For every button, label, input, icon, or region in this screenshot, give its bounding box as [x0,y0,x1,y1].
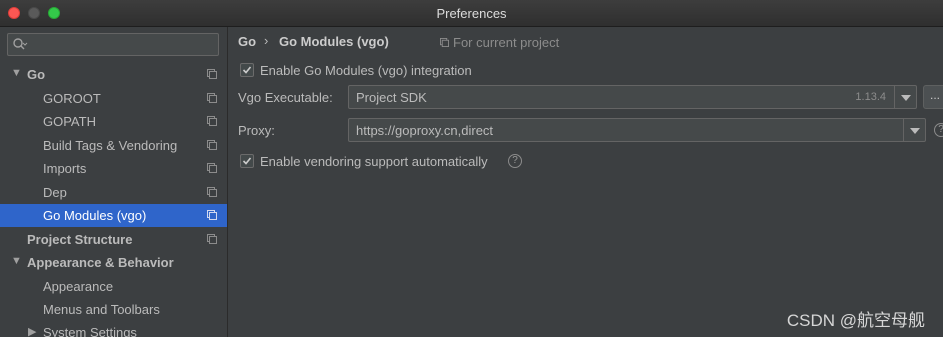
title-bar: Preferences [0,0,943,27]
tree-item-appearance[interactable]: Appearance [0,275,227,298]
tree-item-label: Project Structure [27,232,133,247]
tree-item-label: Build Tags & Vendoring [43,138,178,153]
tree-item-label: Appearance & Behavior [27,255,174,270]
enable-go-modules-checkbox[interactable] [240,63,254,77]
breadcrumb-separator: › [264,33,269,48]
collapsed-arrow-icon[interactable]: ▶ [28,325,36,337]
expanded-arrow-icon[interactable]: ▼ [11,67,22,79]
tree-item-dep[interactable]: Dep [0,181,227,204]
tree-item-gopath[interactable]: GOPATH [0,110,227,133]
project-scope-icon [440,38,449,47]
proxy-label: Proxy: [238,123,275,138]
expanded-arrow-icon[interactable]: ▼ [11,255,22,267]
enable-go-modules-label[interactable]: Enable Go Modules (vgo) integration [260,63,472,78]
tree-item-imports[interactable]: Imports [0,157,227,180]
project-scope-icon [207,163,217,173]
settings-sidebar: ▼ Go GOROOT GOPATH Build Tags & Vendorin… [0,27,228,337]
browse-button[interactable]: ... [923,85,943,109]
tree-item-go[interactable]: ▼ Go [0,63,227,86]
tree-item-label: Imports [43,161,87,176]
tree-item-label: GOROOT [43,91,101,106]
settings-content: Go › Go Modules (vgo) For current projec… [228,27,943,337]
proxy-select[interactable]: https://goproxy.cn,direct [348,118,926,142]
tree-item-appearance-behavior[interactable]: ▼ Appearance & Behavior [0,251,227,274]
window-title: Preferences [436,6,507,21]
vgo-executable-label: Vgo Executable: [238,90,333,105]
search-icon [13,38,28,50]
tree-item-go-modules[interactable]: Go Modules (vgo) [0,204,227,227]
tree-item-label: Menus and Toolbars [43,302,160,317]
tree-item-menus-toolbars[interactable]: Menus and Toolbars [0,298,227,321]
watermark: CSDN @航空母舰 [786,311,925,330]
tree-item-system-settings[interactable]: ▶ System Settings [0,321,227,337]
checkmark-icon [242,66,252,74]
vgo-executable-select[interactable]: Project SDK 1.13.4 [348,85,917,109]
tree-item-build-tags[interactable]: Build Tags & Vendoring [0,134,227,157]
breadcrumb-current: Go Modules (vgo) [279,34,389,49]
project-scope-icon [207,234,217,244]
chevron-down-icon[interactable] [903,119,925,141]
vgo-executable-value: Project SDK [356,90,427,105]
tree-item-goroot[interactable]: GOROOT [0,87,227,110]
tree-item-label: System Settings [43,325,137,337]
chevron-down-icon[interactable] [894,86,916,108]
tree-item-label: Dep [43,185,67,200]
project-scope-icon [207,210,217,220]
project-scope-icon [207,140,217,150]
project-scope-icon [207,187,217,197]
enable-vendoring-checkbox[interactable] [240,154,254,168]
vendoring-help-icon[interactable]: ? [508,154,522,168]
project-scope-icon [207,69,217,79]
sdk-version: 1.13.4 [855,91,886,103]
scope-note: For current project [453,35,560,50]
project-scope-icon [207,116,217,126]
enable-vendoring-label[interactable]: Enable vendoring support automatically [260,154,488,169]
tree-item-label: GOPATH [43,114,96,129]
project-scope-icon [207,93,217,103]
checkmark-icon [242,157,252,165]
proxy-help-icon[interactable]: ? [934,123,943,137]
tree-item-label: Go [27,67,46,82]
tree-item-project-structure[interactable]: Project Structure [0,228,227,251]
tree-item-label: Go Modules (vgo) [43,208,147,223]
breadcrumb-parent[interactable]: Go [238,34,256,49]
search-input[interactable] [7,33,219,56]
proxy-value: https://goproxy.cn,direct [356,123,494,138]
tree-item-label: Appearance [43,279,114,294]
